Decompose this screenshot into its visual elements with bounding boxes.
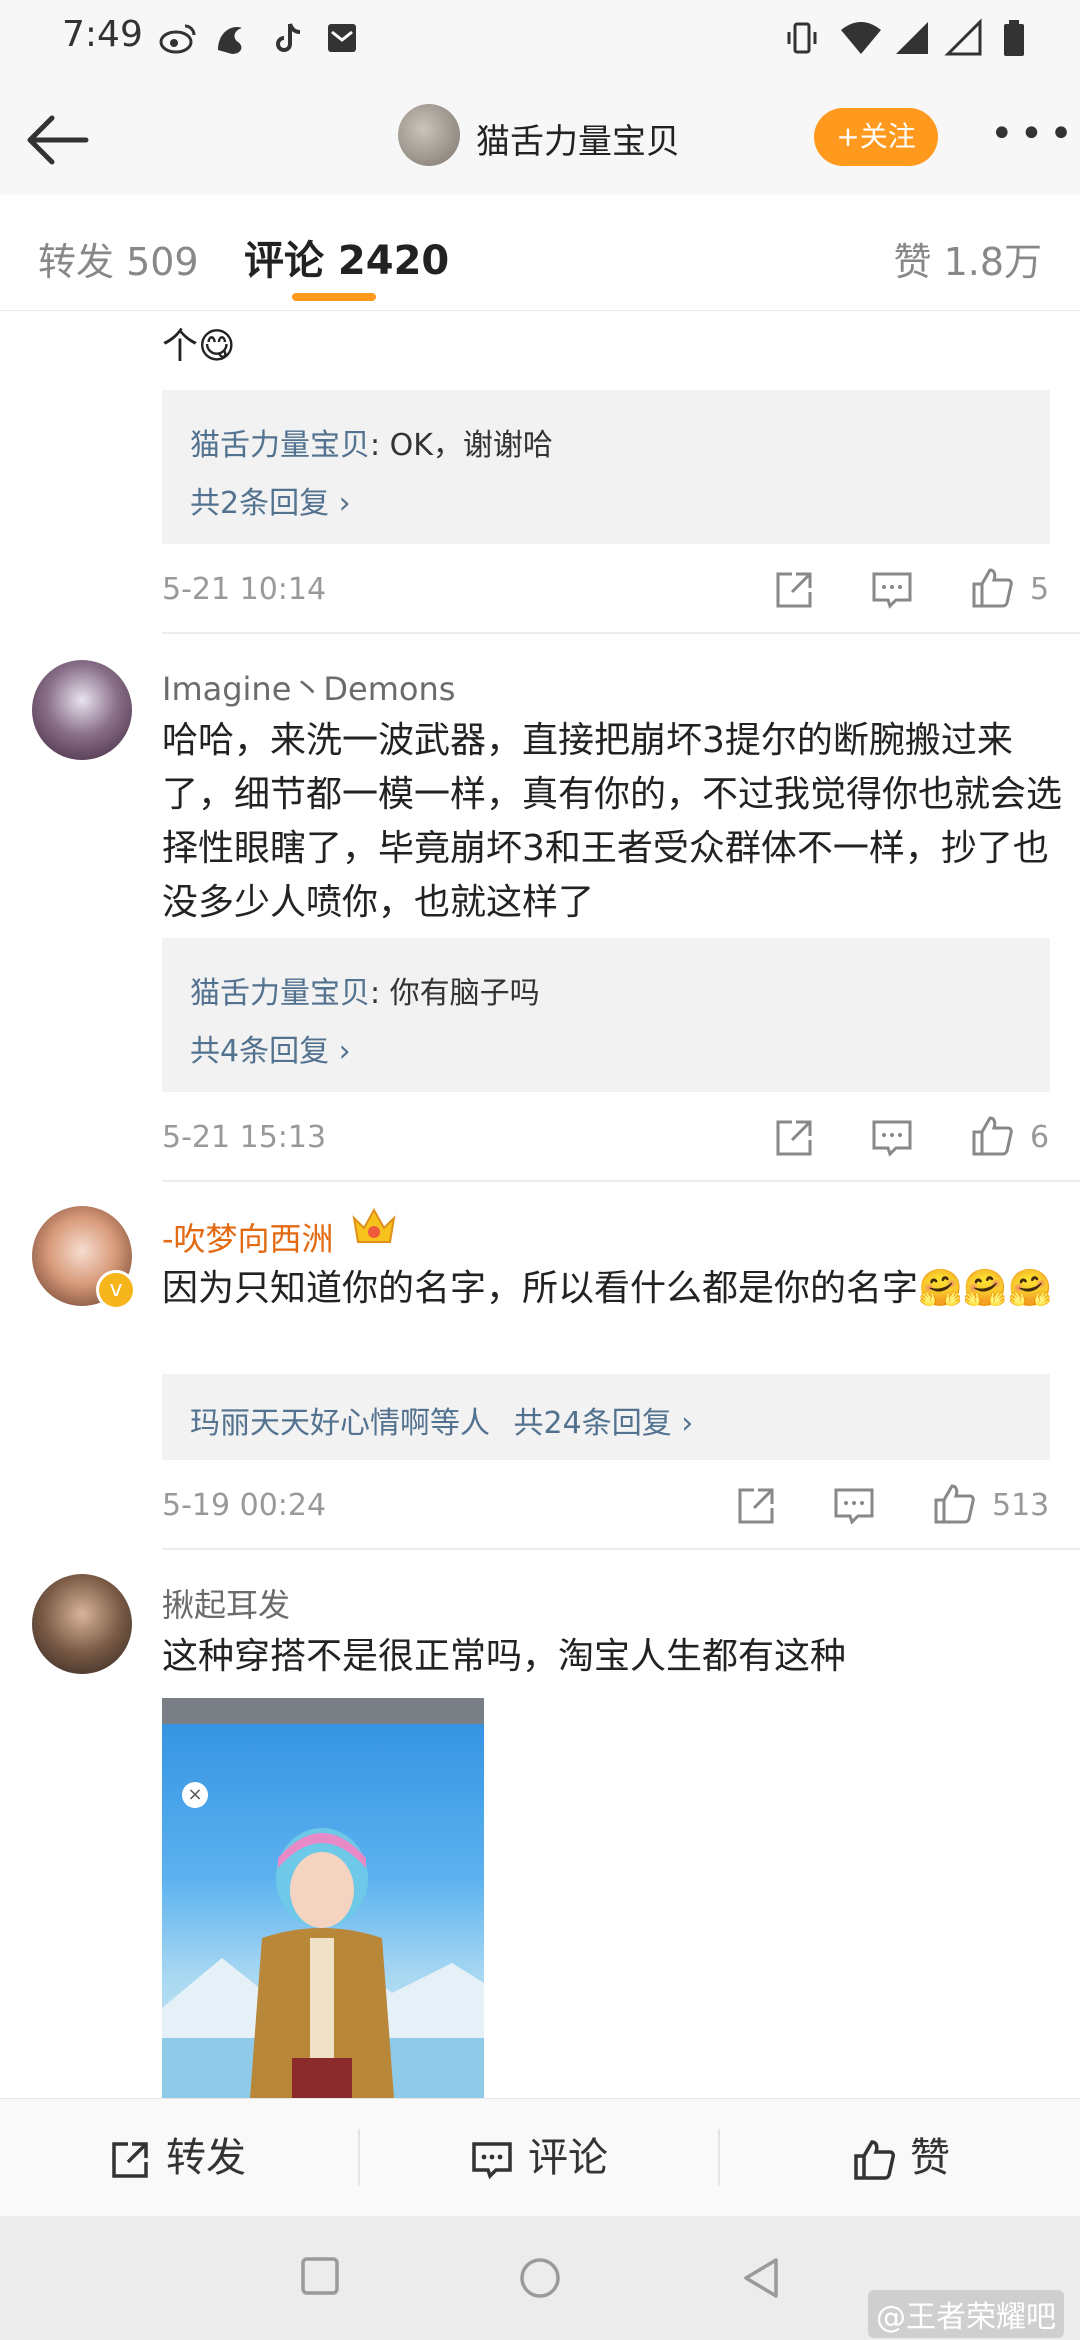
comment-text: 个😋 bbox=[162, 326, 236, 367]
reply-preview-box[interactable]: 猫舌力量宝贝: 你有脑子吗 共4条回复 › bbox=[162, 938, 1050, 1092]
back-nav-button[interactable] bbox=[740, 2256, 784, 2300]
comment-username[interactable]: -吹梦向西洲 bbox=[162, 1214, 334, 1260]
avatar-character bbox=[250, 1828, 394, 2098]
tab-bar: 转发 509 评论 2420 赞 1.8万 bbox=[0, 195, 1080, 311]
vibrate-icon bbox=[782, 18, 822, 58]
like-icon[interactable] bbox=[970, 566, 1014, 610]
tab-repost[interactable]: 转发 509 bbox=[38, 231, 199, 286]
signal-empty-icon bbox=[944, 18, 984, 58]
status-time: 7:49 bbox=[62, 14, 143, 55]
divider bbox=[358, 2129, 360, 2185]
comment-label: 评论 bbox=[528, 2135, 608, 2181]
divider bbox=[162, 1180, 1080, 1182]
reply-summary-mid: 等人 bbox=[430, 1406, 490, 1441]
view-replies-link[interactable]: 共2条回复 › bbox=[190, 478, 351, 522]
mail-icon bbox=[322, 18, 362, 58]
crown-icon bbox=[350, 1204, 398, 1250]
like-label: 赞 bbox=[910, 2135, 950, 2181]
arrow-left-icon bbox=[27, 115, 89, 165]
status-bar: 7:49 bbox=[0, 0, 1080, 80]
reply-text: : OK，谢谢哈 bbox=[370, 428, 553, 463]
share-icon[interactable] bbox=[772, 1116, 816, 1160]
wifi-icon bbox=[838, 18, 881, 58]
like-count: 5 bbox=[1030, 572, 1050, 607]
comment-icon bbox=[472, 2142, 512, 2180]
like-icon[interactable] bbox=[970, 1114, 1014, 1158]
share-icon[interactable] bbox=[734, 1484, 778, 1528]
reply-preview-box[interactable]: 玛丽天天好心情啊等人 共24条回复 › bbox=[162, 1374, 1050, 1460]
comment-icon[interactable] bbox=[870, 1116, 914, 1160]
watermark: @王者荣耀吧 bbox=[868, 2290, 1064, 2338]
reply-username[interactable]: 猫舌力量宝贝 bbox=[190, 976, 370, 1011]
weibo-icon bbox=[158, 18, 198, 58]
comment-text: 这种穿搭不是很正常吗，淘宝人生都有这种 bbox=[162, 1636, 847, 1677]
triangle-back-icon bbox=[744, 2258, 778, 2298]
tab-comment[interactable]: 评论 2420 bbox=[244, 228, 449, 286]
reply-username[interactable]: 猫舌力量宝贝 bbox=[190, 428, 370, 463]
like-button[interactable]: 赞 bbox=[852, 2099, 950, 2217]
bottom-action-bar: 转发 评论 赞 bbox=[0, 2098, 1080, 2217]
comment-username[interactable]: 揪起耳发 bbox=[162, 1580, 290, 1626]
divider bbox=[162, 632, 1080, 634]
active-tab-indicator bbox=[292, 293, 376, 301]
repost-label: 转发 bbox=[166, 2135, 246, 2181]
share-icon[interactable] bbox=[772, 568, 816, 612]
reply-text: : 你有脑子吗 bbox=[370, 976, 540, 1011]
comment-username[interactable]: Imagine丶Demons bbox=[162, 664, 455, 710]
like-count: 513 bbox=[992, 1488, 1050, 1523]
view-replies-link[interactable]: 共24条回复 › bbox=[514, 1406, 694, 1441]
author-avatar[interactable] bbox=[398, 104, 460, 166]
uc-icon bbox=[212, 18, 252, 58]
close-icon: × bbox=[182, 1782, 208, 1808]
image-status-strip bbox=[162, 1698, 484, 1724]
like-icon[interactable] bbox=[932, 1482, 976, 1526]
top-nav-bar: 猫舌力量宝贝 +关注 ••• bbox=[0, 80, 1080, 195]
follow-button[interactable]: +关注 bbox=[814, 108, 938, 166]
comment-icon[interactable] bbox=[832, 1484, 876, 1528]
like-icon bbox=[854, 2140, 895, 2180]
verified-badge-icon: v bbox=[96, 1270, 136, 1310]
home-button[interactable] bbox=[518, 2256, 562, 2300]
reply-summary: 玛丽天天好心情啊等人 共24条回复 › bbox=[190, 1398, 693, 1442]
comment-date: 5-21 10:14 bbox=[162, 572, 327, 607]
comment-icon[interactable] bbox=[870, 568, 914, 612]
comment-button[interactable]: 评论 bbox=[470, 2099, 608, 2217]
repost-icon bbox=[112, 2142, 148, 2178]
divider bbox=[718, 2129, 720, 2185]
square-icon bbox=[301, 2257, 339, 2295]
avatar[interactable] bbox=[32, 1574, 132, 1674]
like-count: 6 bbox=[1030, 1120, 1050, 1155]
page-title[interactable]: 猫舌力量宝贝 bbox=[476, 114, 680, 163]
tab-likes[interactable]: 赞 1.8万 bbox=[893, 231, 1042, 286]
comment-text: 因为只知道你的名字，所以看什么都是你的名字🤗🤗🤗 bbox=[162, 1268, 1053, 1309]
signal-icon bbox=[892, 18, 932, 58]
more-options-button[interactable]: ••• bbox=[990, 108, 1073, 166]
reply-preview-box[interactable]: 猫舌力量宝贝: OK，谢谢哈 共2条回复 › bbox=[162, 390, 1050, 544]
avatar[interactable] bbox=[32, 660, 132, 760]
reply-line: 猫舌力量宝贝: 你有脑子吗 bbox=[190, 968, 540, 1012]
back-button[interactable] bbox=[22, 100, 102, 180]
battery-icon bbox=[994, 18, 1034, 58]
comment-image[interactable]: × bbox=[162, 1698, 484, 2098]
reply-line: 猫舌力量宝贝: OK，谢谢哈 bbox=[190, 420, 553, 464]
repost-button[interactable]: 转发 bbox=[108, 2099, 246, 2217]
tiktok-icon bbox=[268, 18, 308, 58]
view-replies-link[interactable]: 共4条回复 › bbox=[190, 1026, 351, 1070]
comment-text: 哈哈，来洗一波武器，直接把崩坏3提尔的断腕搬过来了，细节都一模一样，真有你的，不… bbox=[162, 720, 1063, 923]
divider bbox=[162, 1548, 1080, 1550]
comment-date: 5-21 15:13 bbox=[162, 1120, 327, 1155]
reply-username[interactable]: 玛丽天天好心情啊 bbox=[190, 1406, 430, 1441]
comment-date: 5-19 00:24 bbox=[162, 1488, 327, 1523]
recent-apps-button[interactable] bbox=[300, 2256, 340, 2296]
circle-icon bbox=[520, 2258, 560, 2298]
